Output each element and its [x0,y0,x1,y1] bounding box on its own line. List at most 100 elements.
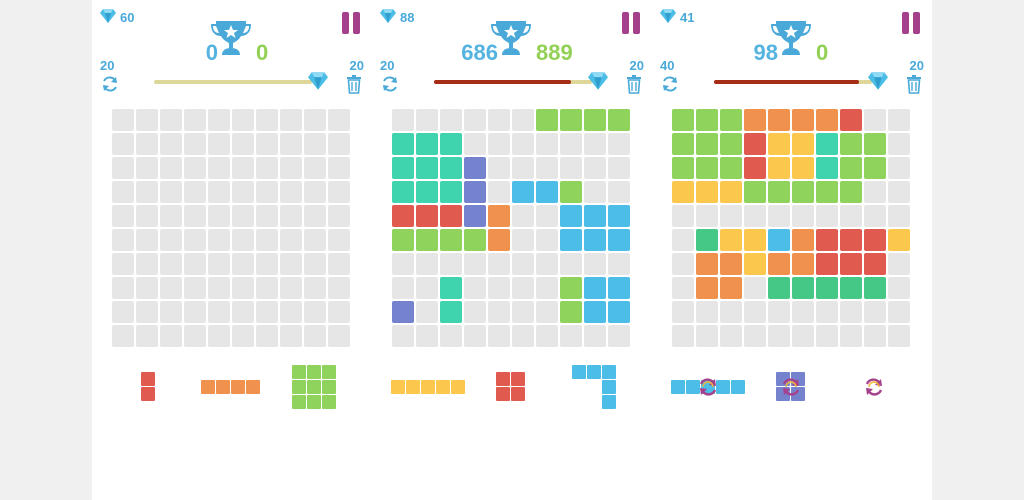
gem-counter: 41 [660,8,694,26]
board-cell-empty [608,157,630,179]
board-cell-empty [512,109,534,131]
rotate-icon[interactable] [780,376,802,398]
board-cell-filled [792,277,814,299]
gem-counter: 88 [380,8,414,26]
board-cell-filled [416,205,438,227]
board-cell-filled [560,109,582,131]
board-cell-empty [608,181,630,203]
piece-red-vertical-2[interactable] [140,372,156,402]
piece-cell [435,379,450,394]
board-cell-filled [464,157,486,179]
board-cell-empty [232,157,254,179]
piece-yellow-horizontal-5[interactable] [390,379,466,395]
board-cell-empty [512,229,534,251]
gem-counter: 60 [100,8,134,26]
board-cell-empty [584,157,606,179]
board-cell-empty [416,109,438,131]
board-cell-empty [536,205,558,227]
piece-red-square-2x2[interactable] [496,372,526,402]
board-cell-empty [792,205,814,227]
game-board[interactable] [112,109,352,349]
board-cell-empty [464,277,486,299]
piece-green-square-3x3[interactable] [291,364,337,410]
board-cell-empty [208,133,230,155]
board-cell-filled [768,109,790,131]
board-cell-filled [464,205,486,227]
board-cell-empty [888,181,910,203]
board-cell-empty [888,109,910,131]
board-cell-empty [136,277,158,299]
board-cell-empty [328,133,350,155]
board-cell-empty [416,253,438,275]
refresh-count: 40 [660,58,675,73]
pause-button[interactable] [622,12,642,34]
pause-button[interactable] [342,12,362,34]
board-cell-empty [584,253,606,275]
progress-bar-fill [714,80,860,84]
board-cell-filled [672,157,694,179]
piece-cell [390,379,405,394]
board-cell-filled [816,109,838,131]
refresh-icon[interactable] [380,74,400,94]
board-cell-empty [328,301,350,323]
board-cell-empty [440,325,462,347]
board-cell-empty [160,181,182,203]
board-cell-empty [560,253,582,275]
board-cell-filled [584,301,606,323]
piece-cell [496,387,510,401]
rotate-icon[interactable] [697,376,719,398]
piece-cell [216,379,230,394]
board-cell-filled [720,157,742,179]
board-cell-filled [392,133,414,155]
board-cell-empty [416,325,438,347]
piece-cell [601,379,616,394]
board-cell-empty [136,253,158,275]
trash-icon[interactable] [624,74,644,94]
piece-blue-corner-3x3[interactable] [571,364,617,410]
board-cell-empty [696,205,718,227]
board-cell-filled [888,229,910,251]
board-cell-filled [440,181,462,203]
piece-cell [291,364,306,379]
board-cell-filled [720,181,742,203]
game-board[interactable] [672,109,912,349]
board-cell-filled [864,157,886,179]
board-cell-empty [392,253,414,275]
piece-orange-horizontal-4[interactable] [201,379,261,395]
diamond-icon [380,8,396,26]
board-cell-empty [136,181,158,203]
trash-icon[interactable] [904,74,924,94]
board-cell-filled [560,181,582,203]
board-cell-filled [840,253,862,275]
piece-cell [246,379,260,394]
pause-button[interactable] [902,12,922,34]
rotate-icon[interactable] [863,376,885,398]
board-cell-empty [280,253,302,275]
board-cell-empty [696,325,718,347]
board-cell-empty [208,157,230,179]
board-cell-empty [792,301,814,323]
progress-bar-fill [434,80,572,84]
board-cell-filled [720,133,742,155]
board-cell-empty [184,157,206,179]
board-cell-filled [696,157,718,179]
board-cell-empty [184,277,206,299]
refresh-icon[interactable] [660,74,680,94]
trash-icon[interactable] [344,74,364,94]
board-cell-empty [328,157,350,179]
board-cell-filled [416,157,438,179]
board-cell-empty [768,301,790,323]
piece-cell [291,379,306,394]
board-cell-empty [464,253,486,275]
board-cell-filled [672,181,694,203]
board-cell-filled [536,109,558,131]
board-cell-empty [608,325,630,347]
board-cell-empty [464,301,486,323]
board-cell-filled [696,133,718,155]
board-cell-empty [840,205,862,227]
board-cell-empty [232,109,254,131]
refresh-icon[interactable] [100,74,120,94]
game-board[interactable] [392,109,632,349]
piece-cell [511,387,525,401]
board-cell-empty [584,133,606,155]
